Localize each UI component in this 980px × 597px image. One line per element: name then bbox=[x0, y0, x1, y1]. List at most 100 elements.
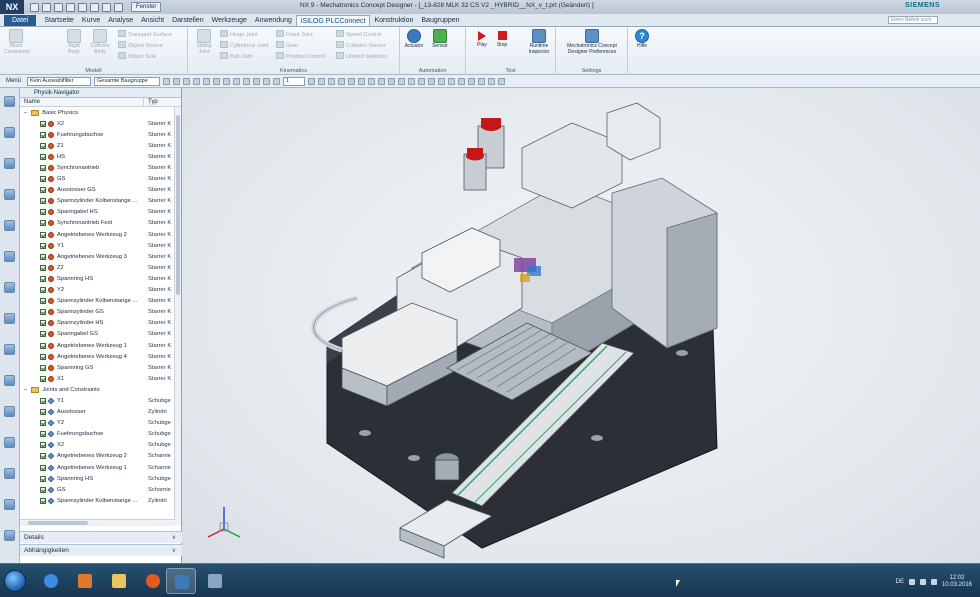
selection-scope-dropdown[interactable]: Gesamte Baugruppe bbox=[94, 76, 161, 86]
help-button[interactable]: ? Hilfe bbox=[630, 29, 654, 50]
toolbar-tool-icon[interactable] bbox=[378, 77, 386, 85]
toolbar-tool-icon[interactable] bbox=[253, 77, 261, 85]
rigid-body-button[interactable]: Rigid Body bbox=[62, 29, 86, 55]
collapse-icon[interactable]: – bbox=[24, 110, 27, 116]
step-dropdown[interactable]: 1 bbox=[283, 76, 306, 86]
tab-werkzeuge[interactable]: Werkzeuge bbox=[208, 15, 251, 26]
visibility-checkbox[interactable] bbox=[40, 486, 46, 493]
visibility-checkbox[interactable] bbox=[40, 375, 46, 382]
object-source-button[interactable]: Object Source bbox=[118, 41, 163, 49]
tree-item[interactable]: Angetriebenes Werkzeug 1 Scharnie bbox=[20, 462, 175, 473]
toolbar-tool-icon[interactable] bbox=[223, 77, 231, 85]
tree-item[interactable]: Spannzylinder HS Starrer K bbox=[20, 318, 175, 329]
tree-item[interactable]: Fuehrungsbuchse Starrer K bbox=[20, 129, 175, 140]
paste-icon[interactable] bbox=[90, 2, 99, 12]
toolbar-tool-icon[interactable] bbox=[498, 77, 506, 85]
tree-item[interactable]: Synchronantrieb Fest Starrer K bbox=[20, 218, 175, 229]
visibility-checkbox[interactable] bbox=[40, 253, 46, 260]
mcd-preferences-button[interactable]: Mechatronics Concept Designer Preference… bbox=[560, 29, 624, 55]
taskbar-internet-explorer[interactable] bbox=[36, 568, 66, 594]
menu-button[interactable]: Menü bbox=[3, 78, 24, 84]
tree-item[interactable]: Spannring HS Schubge bbox=[20, 473, 175, 484]
repeat-command-icon[interactable] bbox=[102, 2, 111, 12]
tab-isilog-plcconnect[interactable]: iSILOG PLCConnect bbox=[295, 15, 371, 26]
tab-analyse[interactable]: Analyse bbox=[104, 15, 137, 26]
toolbar-tool-icon[interactable] bbox=[183, 77, 191, 85]
tree-item[interactable]: Spannring GS Starrer K bbox=[20, 362, 175, 373]
visibility-checkbox[interactable] bbox=[40, 342, 46, 349]
toolbar-tool-icon[interactable] bbox=[203, 77, 211, 85]
visibility-checkbox[interactable] bbox=[40, 464, 46, 471]
toolbar-tool-icon[interactable] bbox=[438, 77, 446, 85]
toolbar-tool-icon[interactable] bbox=[263, 77, 271, 85]
visibility-checkbox[interactable] bbox=[40, 242, 46, 249]
part-navigator-icon[interactable] bbox=[4, 96, 15, 107]
tab-datei[interactable]: Datei bbox=[4, 15, 37, 26]
network-icon[interactable] bbox=[908, 579, 915, 585]
visibility-checkbox[interactable] bbox=[40, 497, 46, 504]
taskbar-explorer[interactable] bbox=[104, 568, 134, 594]
tree-item[interactable]: Spanngabel GS Starrer K bbox=[20, 329, 175, 340]
toolbar-tool-icon[interactable] bbox=[308, 77, 316, 85]
visibility-checkbox[interactable] bbox=[40, 431, 46, 438]
toolbar-tool-icon[interactable] bbox=[318, 77, 326, 85]
signal-mapping-icon[interactable] bbox=[4, 251, 15, 262]
toolbar-tool-icon[interactable] bbox=[448, 77, 456, 85]
tree-item[interactable]: X1 Starrer K bbox=[20, 373, 175, 384]
move-component-button[interactable]: Move Component bbox=[4, 29, 30, 55]
toolbar-tool-icon[interactable] bbox=[388, 77, 396, 85]
tree-item[interactable]: Y2 Schubge bbox=[20, 418, 175, 429]
ball-joint-button[interactable]: Ball Joint bbox=[220, 52, 252, 60]
visibility-checkbox[interactable] bbox=[40, 309, 46, 316]
fixed-joint-button[interactable]: Fixed Joint bbox=[276, 30, 313, 38]
toolbar-tool-icon[interactable] bbox=[193, 77, 201, 85]
actuator-button[interactable]: Actuator bbox=[402, 29, 426, 50]
hinge-joint-button[interactable]: Hinge Joint bbox=[220, 30, 258, 38]
toolbar-tool-icon[interactable] bbox=[368, 77, 376, 85]
toolbar-tool-icon[interactable] bbox=[468, 77, 476, 85]
tree-item[interactable]: X2 Schubge bbox=[20, 440, 175, 451]
tree-item[interactable]: X2 Starrer K bbox=[20, 118, 175, 129]
taskbar-app[interactable] bbox=[200, 568, 230, 594]
stop-button[interactable]: Stop bbox=[490, 29, 514, 49]
visibility-checkbox[interactable] bbox=[40, 442, 46, 449]
physics-navigator-icon[interactable] bbox=[4, 189, 15, 200]
tree-item[interactable]: GS Starrer K bbox=[20, 174, 175, 185]
command-search-input[interactable]: Einen Befehl such bbox=[888, 16, 938, 24]
visibility-checkbox[interactable] bbox=[40, 320, 46, 327]
tree-item[interactable]: Angetriebenes Werkzeug 2 Scharnie bbox=[20, 451, 175, 462]
visibility-checkbox[interactable] bbox=[40, 165, 46, 172]
language-indicator[interactable]: DE bbox=[896, 579, 904, 585]
tab-baugruppen[interactable]: Baugruppen bbox=[417, 15, 463, 26]
clock[interactable]: 12:02 10.03.2016 bbox=[942, 575, 972, 589]
dependencies-panel-header[interactable]: Abhängigkeiten ∨ bbox=[20, 544, 182, 556]
sliding-joint-button[interactable]: Sliding Joint bbox=[192, 29, 216, 55]
object-sink-button[interactable]: Object Sink bbox=[118, 52, 156, 60]
runtime-inspector-button[interactable]: Runtime Inspector bbox=[524, 29, 554, 55]
toolbar-tool-icon[interactable] bbox=[328, 77, 336, 85]
play-small-icon[interactable] bbox=[114, 2, 123, 12]
analysis-icon[interactable] bbox=[4, 499, 15, 510]
position-control-button[interactable]: Position Control bbox=[276, 52, 325, 60]
undo-icon[interactable] bbox=[42, 2, 51, 12]
toolbar-tool-icon[interactable] bbox=[163, 77, 171, 85]
speed-control-button[interactable]: Speed Control bbox=[336, 30, 381, 38]
toolbar-tool-icon[interactable] bbox=[273, 77, 281, 85]
visibility-checkbox[interactable] bbox=[40, 176, 46, 183]
requirements-icon[interactable] bbox=[4, 344, 15, 355]
start-button[interactable] bbox=[4, 570, 26, 592]
graphics-viewport[interactable] bbox=[182, 88, 980, 563]
collision-body-button[interactable]: Collision Body bbox=[88, 29, 112, 55]
tree-item[interactable]: HS Starrer K bbox=[20, 151, 175, 162]
toolbar-tool-icon[interactable] bbox=[348, 77, 356, 85]
tree-item[interactable]: Spannzylinder GS Starrer K bbox=[20, 307, 175, 318]
navigator-horizontal-scrollbar[interactable] bbox=[20, 519, 175, 526]
toolbar-tool-icon[interactable] bbox=[418, 77, 426, 85]
roles-icon[interactable] bbox=[4, 530, 15, 541]
clock-icon[interactable] bbox=[4, 437, 15, 448]
flag-icon[interactable] bbox=[919, 579, 926, 585]
sensor-button[interactable]: Sensor bbox=[428, 29, 452, 50]
column-header-name[interactable]: Name bbox=[20, 98, 144, 106]
visibility-checkbox[interactable] bbox=[40, 453, 46, 460]
visibility-checkbox[interactable] bbox=[40, 364, 46, 371]
